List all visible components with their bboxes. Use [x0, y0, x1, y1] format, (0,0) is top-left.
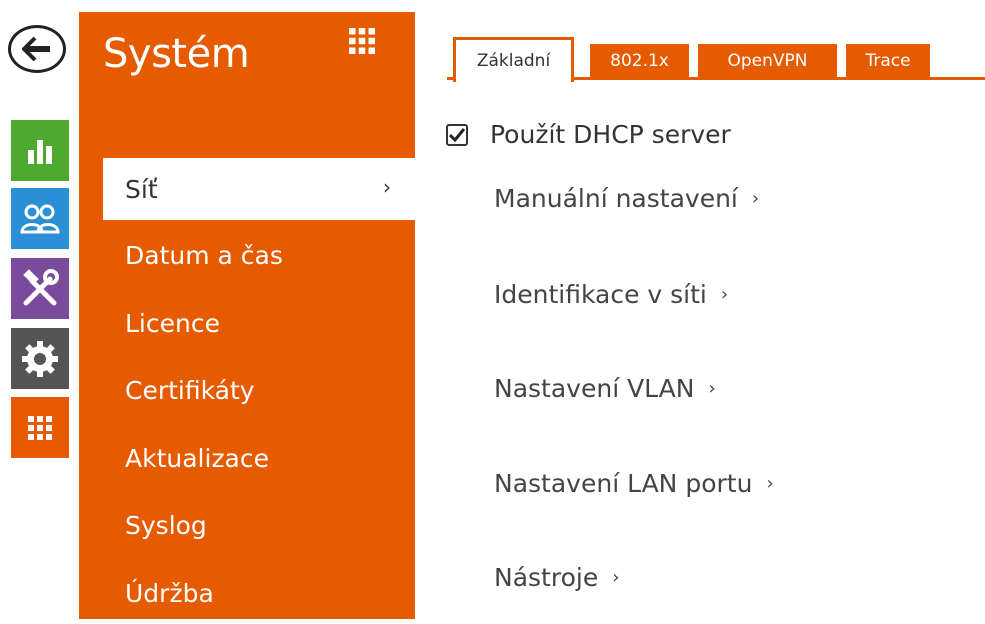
tab-zakladni[interactable]: Základní	[453, 37, 574, 82]
checkmark-icon	[449, 127, 465, 142]
status-chart-icon	[28, 139, 52, 164]
sidebar-item-label: Aktualizace	[125, 443, 270, 473]
sidebar-item-label: Síť	[125, 174, 158, 204]
dhcp-label: Použít DHCP server	[490, 120, 731, 149]
link-label: Identifikace v síti	[494, 280, 707, 309]
sidebar-title: Systém	[103, 31, 250, 77]
nav-status[interactable]	[11, 120, 69, 181]
sidebar-item-licence[interactable]: Licence	[79, 292, 415, 354]
tab-trace[interactable]: Trace	[846, 44, 930, 77]
grid-icon[interactable]	[349, 28, 375, 54]
tab-label: OpenVPN	[727, 50, 808, 71]
link-label: Nastavení LAN portu	[494, 469, 753, 498]
tab-bar: Základní 802.1x OpenVPN Trace	[447, 34, 985, 82]
chevron-right-icon: ›	[612, 567, 620, 588]
sidebar-item-label: Datum a čas	[125, 240, 283, 270]
link-nastaveni-vlan[interactable]: Nastavení VLAN ›	[494, 374, 716, 403]
services-tools-icon	[23, 268, 59, 305]
sidebar-item-udrzba[interactable]: Údržba	[79, 562, 415, 624]
sidebar-item-sit[interactable]: Síť ›	[103, 158, 415, 220]
tab-openvpn[interactable]: OpenVPN	[698, 44, 837, 77]
sidebar-item-label: Licence	[125, 308, 220, 338]
tab-label: Trace	[865, 50, 911, 71]
back-button[interactable]	[8, 25, 66, 73]
chevron-right-icon: ›	[766, 473, 774, 494]
back-arrow-icon	[22, 36, 50, 62]
dhcp-row: Použít DHCP server	[446, 120, 731, 149]
chevron-right-icon: ›	[383, 175, 391, 199]
link-nastroje[interactable]: Nástroje ›	[494, 563, 619, 592]
link-identifikace-v-siti[interactable]: Identifikace v síti ›	[494, 280, 728, 309]
hardware-gear-icon	[22, 340, 58, 377]
link-label: Nástroje	[494, 563, 599, 592]
sidebar: Systém Síť › Datum a čas Licence Certifi…	[79, 12, 415, 619]
link-nastaveni-lan-portu[interactable]: Nastavení LAN portu ›	[494, 469, 774, 498]
users-icon	[20, 204, 60, 233]
sidebar-item-label: Údržba	[125, 578, 214, 608]
chevron-right-icon: ›	[751, 188, 760, 209]
tab-8021x[interactable]: 802.1x	[590, 44, 689, 77]
chevron-right-icon: ›	[708, 378, 716, 399]
sidebar-item-label: Syslog	[125, 510, 207, 540]
link-manualni-nastaveni[interactable]: Manuální nastavení ›	[494, 184, 759, 213]
nav-hardware[interactable]	[11, 328, 69, 389]
nav-system[interactable]	[11, 397, 69, 458]
sidebar-item-certifikaty[interactable]: Certifikáty	[79, 359, 415, 421]
tab-label: 802.1x	[610, 50, 669, 71]
link-label: Nastavení VLAN	[494, 374, 695, 403]
nav-directory[interactable]	[11, 188, 69, 249]
sidebar-item-aktualizace[interactable]: Aktualizace	[79, 427, 415, 489]
sidebar-item-label: Certifikáty	[125, 375, 255, 405]
link-label: Manuální nastavení	[494, 184, 738, 213]
tab-label: Základní	[476, 51, 551, 71]
sidebar-item-syslog[interactable]: Syslog	[79, 494, 415, 556]
dhcp-checkbox[interactable]	[446, 123, 468, 146]
sidebar-item-datum-a-cas[interactable]: Datum a čas	[79, 224, 415, 286]
system-grid-icon	[28, 415, 52, 440]
nav-services[interactable]	[11, 258, 69, 319]
chevron-right-icon: ›	[720, 284, 729, 305]
